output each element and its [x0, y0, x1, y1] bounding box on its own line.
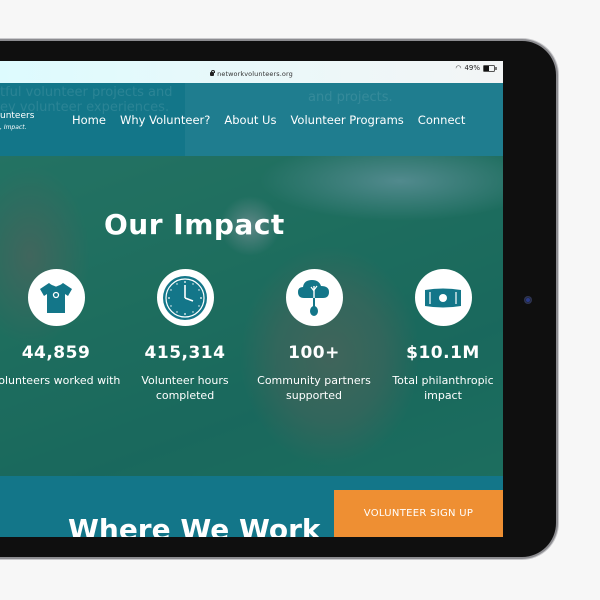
volunteer-signup-button[interactable]: VOLUNTEER SIGN UP: [334, 490, 503, 537]
site-logo-name[interactable]: unteers: [0, 111, 34, 121]
ghost-text: tful volunteer projects and: [0, 85, 173, 100]
stat-label: Community partners supported: [257, 374, 371, 402]
nav-home[interactable]: Home: [72, 113, 106, 127]
lock-icon: [210, 69, 215, 76]
tshirt-icon: [27, 269, 85, 326]
nav-why-volunteer[interactable]: Why Volunteer?: [120, 113, 210, 127]
impact-section: Our Impact 44,859 Volunteers worked with…: [0, 156, 503, 476]
stat-hours: 415,314 Volunteer hours completed: [115, 269, 255, 403]
money-bill-icon: [414, 269, 472, 326]
site-logo-tagline: , Impact.: [0, 124, 27, 131]
stat-value: 415,314: [144, 343, 226, 363]
stat-value: 100+: [288, 343, 340, 363]
nav-volunteer-programs[interactable]: Volunteer Programs: [290, 113, 403, 127]
battery-level: [484, 65, 489, 71]
stat-value: 44,859: [21, 343, 91, 363]
where-we-work-section: Where We Work VOLUNTEER SIGN UP: [0, 476, 503, 537]
stat-value: $10.1M: [406, 343, 480, 363]
stat-label: Volunteers worked with: [0, 374, 121, 387]
nav-connect[interactable]: Connect: [418, 113, 466, 127]
battery-icon: [483, 64, 497, 72]
tree-cloud-icon: [285, 269, 343, 326]
nav-about-us[interactable]: About Us: [224, 113, 276, 127]
battery-percent: 49%: [464, 64, 480, 72]
main-nav: Home Why Volunteer? About Us Volunteer P…: [72, 113, 465, 127]
stat-label: Total philanthropic impact: [392, 374, 494, 402]
impact-title: Our Impact: [104, 208, 285, 241]
status-indicators: ◠ 49%: [455, 64, 497, 72]
ghost-text: and projects.: [308, 90, 393, 105]
stat-partners: 100+ Community partners supported: [244, 269, 384, 403]
stat-label: Volunteer hours completed: [141, 374, 229, 402]
stat-philanthropic: $10.1M Total philanthropic impact: [373, 269, 503, 403]
where-we-work-heading: Where We Work: [68, 513, 321, 537]
address-bar[interactable]: networkvolunteers.org: [0, 69, 503, 78]
clock-icon: [156, 269, 214, 326]
front-camera: [524, 296, 532, 304]
stat-volunteers: 44,859 Volunteers worked with: [0, 269, 126, 388]
tablet-screen: networkvolunteers.org ◠ 49% tful volunte…: [0, 61, 503, 537]
url-text: networkvolunteers.org: [217, 70, 293, 78]
browser-status-bar: networkvolunteers.org ◠ 49%: [0, 61, 503, 83]
site-header: tful volunteer projects and ey volunteer…: [0, 83, 503, 156]
wifi-icon: ◠: [455, 64, 462, 72]
